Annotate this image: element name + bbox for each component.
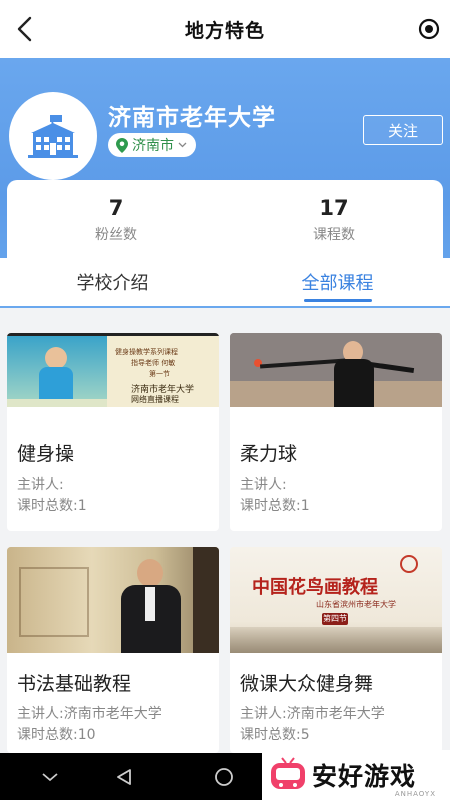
nav-hide-button[interactable] — [34, 761, 66, 793]
stat-label: 粉丝数 — [95, 227, 137, 243]
back-button[interactable] — [8, 12, 42, 46]
course-thumbnail — [7, 547, 219, 653]
thumb-title: 中国花鸟画教程 — [252, 577, 378, 598]
school-name: 济南市老年大学 — [108, 105, 276, 131]
course-title: 书法基础教程 — [17, 673, 132, 695]
course-hours: 课时总数:10 — [17, 727, 96, 743]
course-meta: 主讲人: 课时总数:1 — [17, 475, 87, 517]
thumb-lesson: 第一节 — [149, 370, 170, 378]
course-hours: 课时总数:1 — [240, 498, 310, 514]
course-meta: 主讲人:济南市老年大学 课时总数:10 — [17, 704, 162, 746]
follow-button[interactable]: 关注 — [363, 115, 443, 145]
course-thumbnail: 健身操教学系列课程 指导老师 何敏 第一节 济南市老年大学 网络直播课程 — [7, 333, 219, 407]
top-bar: 地方特色 — [0, 0, 450, 58]
chevron-down-icon — [178, 142, 187, 148]
thumb-title: 健身操教学系列课程 — [115, 348, 178, 356]
page-title: 地方特色 — [184, 19, 265, 42]
course-lecturer: 主讲人: — [17, 477, 64, 493]
stat-label: 课程数 — [313, 227, 355, 243]
circle-home-icon — [215, 768, 233, 786]
course-thumbnail: 中国花鸟画教程 山东省滨州市老年大学 第四节 — [230, 547, 442, 653]
course-hours: 课时总数:5 — [240, 727, 310, 743]
target-icon — [418, 18, 440, 40]
tab-bar: 学校介绍 全部课程 — [0, 258, 450, 306]
course-card[interactable]: 健身操教学系列课程 指导老师 何敏 第一节 济南市老年大学 网络直播课程 健身操… — [7, 333, 219, 531]
course-lecturer: 主讲人: — [240, 477, 287, 493]
thumb-teacher: 指导老师 何敏 — [131, 359, 176, 367]
tab-school-intro[interactable]: 学校介绍 — [0, 258, 225, 306]
course-title: 健身操 — [17, 443, 75, 465]
target-button[interactable] — [414, 14, 444, 44]
chevron-left-icon — [17, 16, 32, 42]
course-card[interactable]: 书法基础教程 主讲人:济南市老年大学 课时总数:10 — [7, 547, 219, 753]
stat-value: 7 — [108, 196, 124, 220]
watermark-subtext: ANHAOYX — [394, 790, 436, 798]
course-title: 柔力球 — [240, 443, 298, 465]
course-card[interactable]: 柔力球 主讲人: 课时总数:1 — [230, 333, 442, 531]
city-label: 济南市 — [132, 138, 174, 154]
chevron-down-icon — [42, 773, 58, 782]
location-pin-icon — [116, 137, 128, 153]
triangle-back-icon — [117, 769, 131, 785]
stat-value: 17 — [319, 196, 349, 220]
nav-home-button[interactable] — [208, 761, 240, 793]
watermark-logo: 安好游戏 ANHAOYX — [262, 750, 450, 800]
course-thumbnail — [230, 333, 442, 407]
stat-fans[interactable]: 7 粉丝数 — [7, 180, 225, 260]
school-building-icon — [28, 115, 78, 158]
tab-all-courses[interactable]: 全部课程 — [225, 258, 450, 306]
thumb-org: 山东省滨州市老年大学 — [316, 600, 396, 609]
school-avatar — [9, 92, 97, 180]
course-meta: 主讲人: 课时总数:1 — [240, 475, 310, 517]
course-title: 微课大众健身舞 — [240, 673, 374, 695]
thumb-sub: 网络直播课程 — [131, 395, 179, 404]
watermark-text: 安好游戏 — [312, 762, 417, 791]
thumb-sub: 第四节 — [323, 614, 347, 623]
gamepad-logo-icon — [271, 757, 305, 789]
course-lecturer: 主讲人:济南市老年大学 — [240, 706, 385, 722]
course-meta: 主讲人:济南市老年大学 课时总数:5 — [240, 704, 385, 746]
course-lecturer: 主讲人:济南市老年大学 — [17, 706, 162, 722]
city-selector[interactable]: 济南市 — [108, 133, 196, 157]
nav-back-button[interactable] — [108, 761, 140, 793]
course-hours: 课时总数:1 — [17, 498, 87, 514]
stats-panel: 7 粉丝数 17 课程数 — [7, 180, 443, 260]
stat-courses[interactable]: 17 课程数 — [225, 180, 443, 260]
course-card[interactable]: 中国花鸟画教程 山东省滨州市老年大学 第四节 微课大众健身舞 主讲人:济南市老年… — [230, 547, 442, 753]
